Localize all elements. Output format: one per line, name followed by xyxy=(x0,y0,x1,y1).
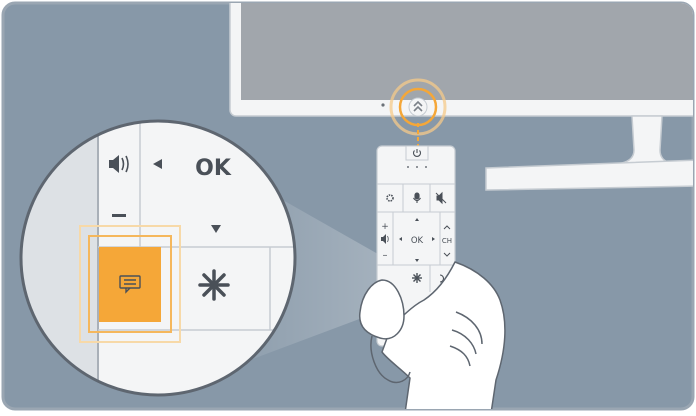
remote-ok-button[interactable]: OK xyxy=(411,236,424,246)
apps-button[interactable] xyxy=(412,273,422,283)
volume-up-symbol[interactable]: + xyxy=(381,222,389,232)
illustration-scene: + – OK CH OK xyxy=(0,0,696,412)
tv-indicator-dot xyxy=(381,103,385,107)
illustration-canvas: + – OK CH OK xyxy=(1,1,695,411)
channel-label: CH xyxy=(442,237,452,245)
volume-down-symbol[interactable]: – xyxy=(383,250,388,261)
apps-button[interactable] xyxy=(198,269,230,301)
minus-icon[interactable] xyxy=(112,214,126,217)
asterisk-icon xyxy=(198,269,230,301)
tv-screen xyxy=(241,3,693,100)
asterisk-icon xyxy=(412,273,422,283)
zoom-ok-button[interactable]: OK xyxy=(195,156,232,181)
